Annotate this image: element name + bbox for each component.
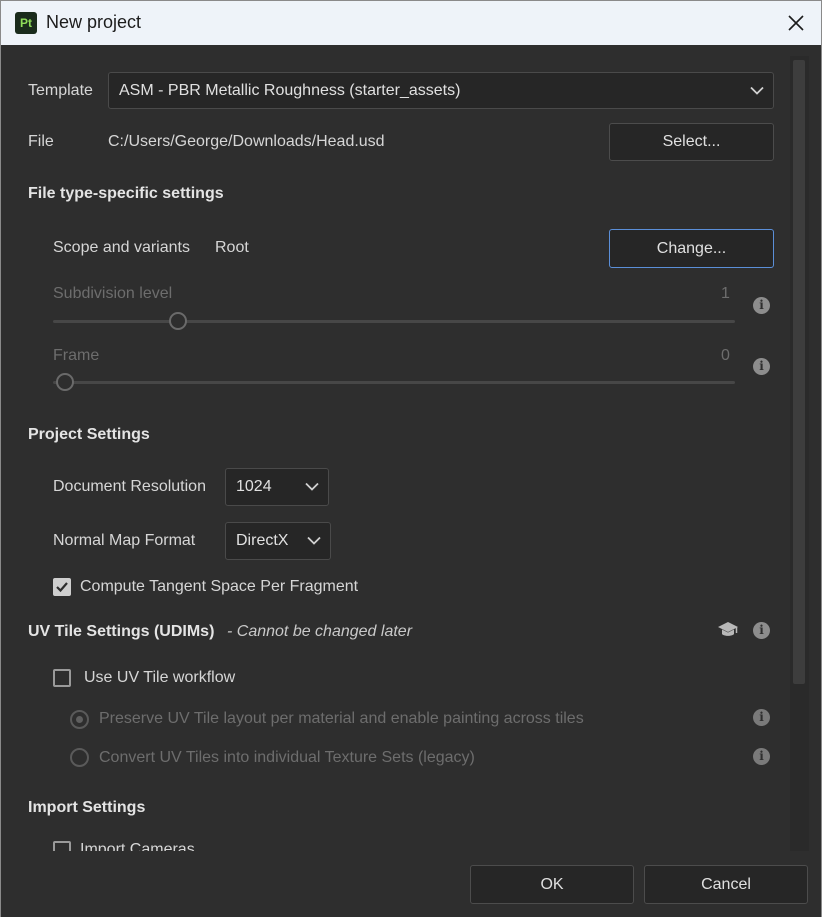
cancel-button[interactable]: Cancel: [644, 865, 808, 904]
scrollbar-thumb[interactable]: [793, 60, 805, 684]
uv-tile-settings-heading: UV Tile Settings (UDIMs): [28, 623, 215, 640]
info-icon[interactable]: i: [753, 358, 770, 375]
compute-tangent-checkbox[interactable]: [53, 578, 71, 596]
template-label: Template: [28, 82, 93, 99]
close-button[interactable]: [777, 5, 815, 41]
import-settings-heading: Import Settings: [28, 799, 146, 816]
title-bar: Pt New project: [1, 1, 821, 45]
app-icon: Pt: [15, 12, 37, 34]
preserve-uv-tile-radio[interactable]: [70, 710, 89, 729]
info-icon[interactable]: i: [753, 709, 770, 726]
normal-map-format-label: Normal Map Format: [53, 532, 196, 549]
import-cameras-checkbox[interactable]: [53, 841, 71, 851]
convert-uv-tiles-radio[interactable]: [70, 748, 89, 767]
change-scope-button[interactable]: Change...: [609, 229, 774, 268]
uv-tile-note: - Cannot be changed later: [227, 623, 413, 640]
use-uv-tile-label: Use UV Tile workflow: [84, 669, 236, 686]
frame-label: Frame: [53, 347, 100, 364]
file-path: C:/Users/George/Downloads/Head.usd: [108, 133, 385, 150]
normal-map-format-dropdown[interactable]: DirectX: [225, 522, 331, 560]
slider-thumb[interactable]: [169, 312, 187, 330]
new-project-dialog: Pt New project Template ASM - PBR Metall…: [0, 0, 822, 917]
select-file-button[interactable]: Select...: [609, 123, 774, 161]
use-uv-tile-checkbox[interactable]: [53, 669, 71, 687]
info-icon[interactable]: i: [753, 297, 770, 314]
convert-uv-tiles-label: Convert UV Tiles into individual Texture…: [99, 749, 475, 766]
close-icon: [788, 15, 804, 31]
file-label: File: [28, 133, 54, 150]
scrollbar[interactable]: [790, 56, 809, 851]
slider-thumb[interactable]: [56, 373, 74, 391]
subdivision-level-value: 1: [721, 285, 730, 302]
ok-button[interactable]: OK: [470, 865, 634, 904]
template-value: ASM - PBR Metallic Roughness (starter_as…: [119, 81, 461, 99]
slider-track: [53, 381, 735, 384]
compute-tangent-label: Compute Tangent Space Per Fragment: [80, 578, 359, 595]
file-type-settings-heading: File type-specific settings: [28, 185, 224, 202]
normal-map-format-value: DirectX: [236, 532, 289, 549]
window-title: New project: [46, 12, 142, 32]
frame-slider[interactable]: [53, 371, 735, 395]
info-icon[interactable]: i: [753, 622, 770, 639]
subdivision-level-slider[interactable]: [53, 310, 735, 334]
preserve-uv-tile-label: Preserve UV Tile layout per material and…: [99, 710, 584, 727]
document-resolution-label: Document Resolution: [53, 478, 206, 495]
chevron-down-icon: [305, 482, 319, 491]
frame-value: 0: [721, 347, 730, 364]
info-icon[interactable]: i: [753, 748, 770, 765]
template-dropdown[interactable]: ASM - PBR Metallic Roughness (starter_as…: [108, 72, 774, 109]
project-settings-heading: Project Settings: [28, 426, 150, 443]
dialog-footer: OK Cancel: [1, 851, 821, 917]
import-cameras-label: Import Cameras: [80, 841, 195, 851]
scope-variants-value: Root: [215, 239, 249, 256]
radio-dot: [76, 716, 83, 723]
document-resolution-dropdown[interactable]: 1024: [225, 468, 329, 506]
checkmark-icon: [56, 582, 68, 593]
scope-variants-label: Scope and variants: [53, 239, 190, 256]
dialog-content: Template ASM - PBR Metallic Roughness (s…: [1, 45, 790, 851]
slider-track: [53, 320, 735, 323]
subdivision-level-label: Subdivision level: [53, 285, 173, 302]
graduation-cap-icon[interactable]: [717, 620, 739, 640]
document-resolution-value: 1024: [236, 478, 272, 495]
chevron-down-icon: [750, 86, 764, 95]
chevron-down-icon: [307, 536, 321, 545]
